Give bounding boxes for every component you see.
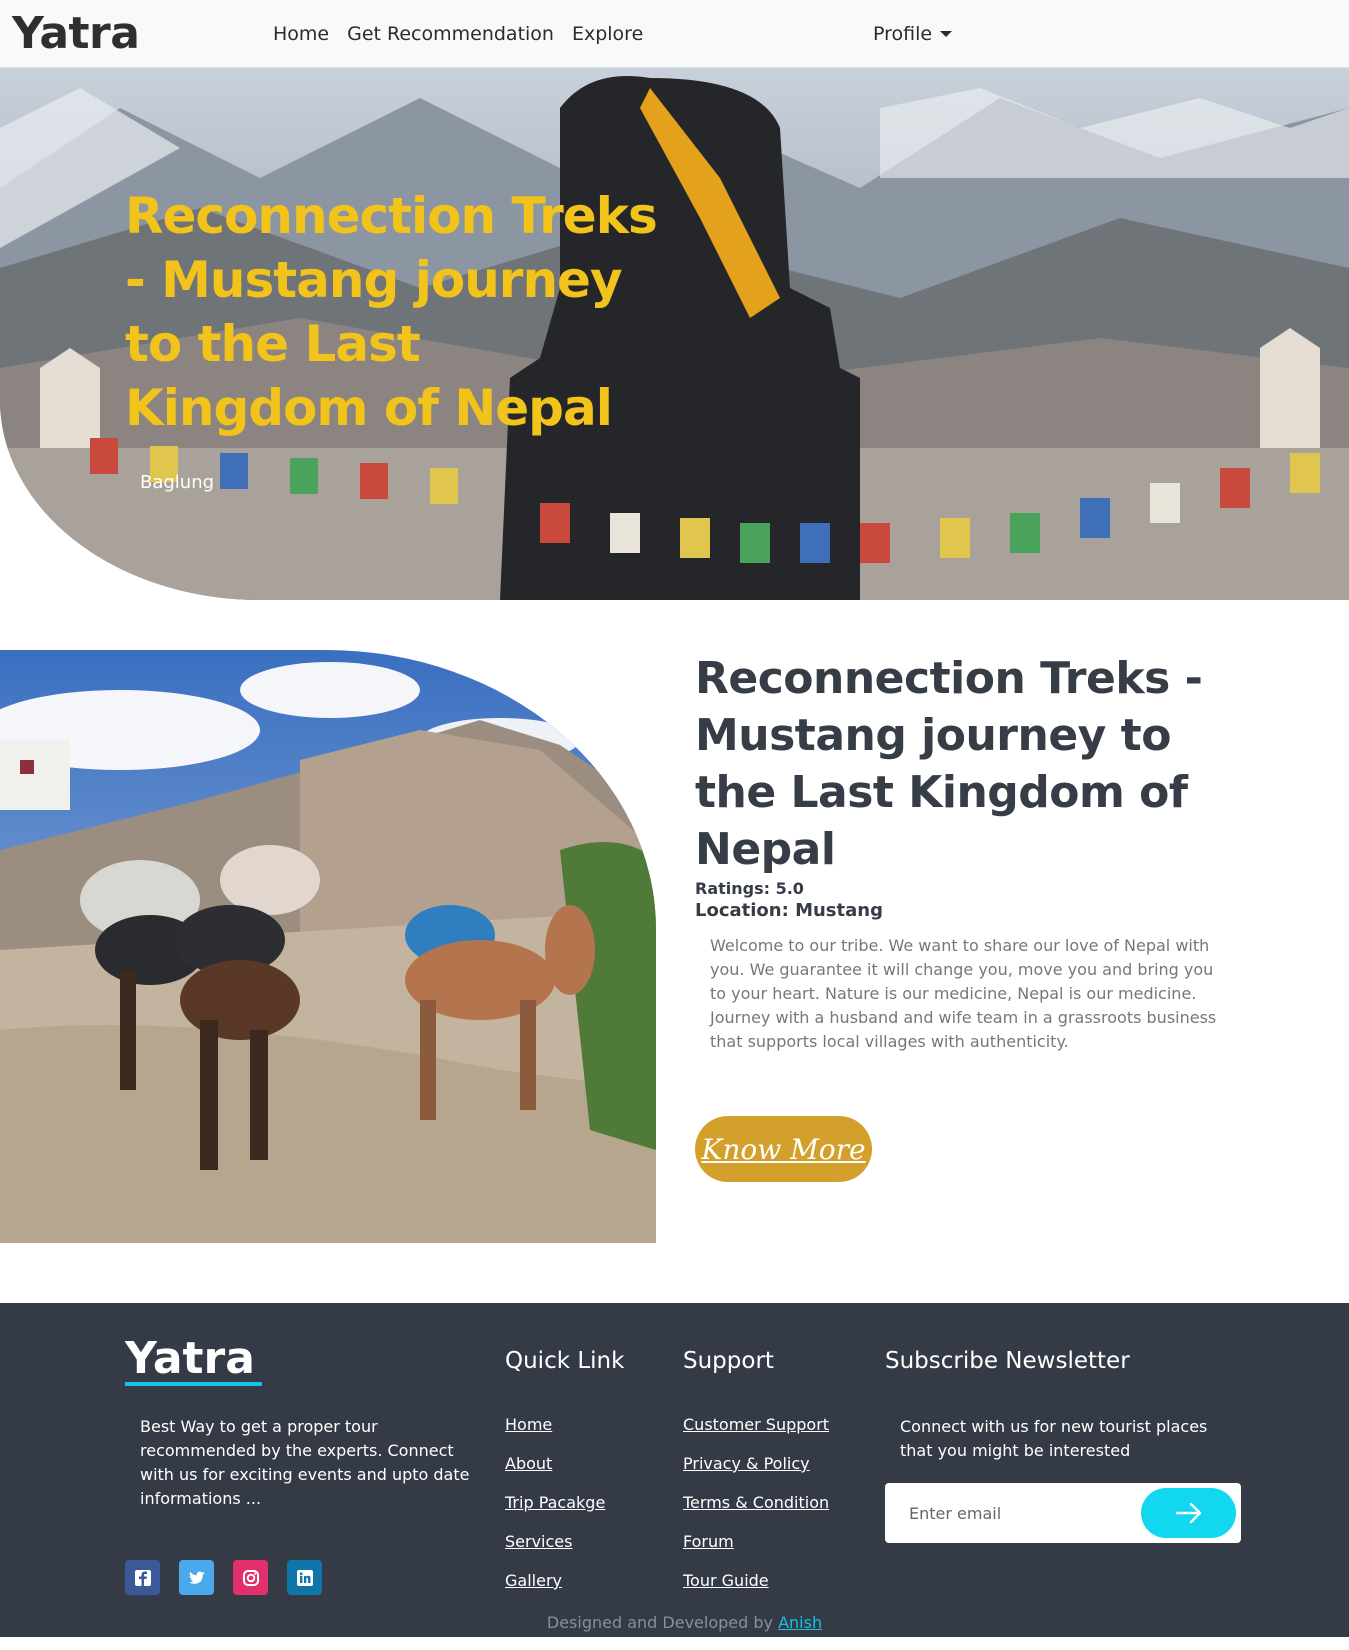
quick-link-title: Quick Link — [505, 1348, 625, 1374]
navbar: Yatra Home Get Recommendation Explore Pr… — [0, 0, 1349, 68]
footer-credit: Designed and Developed by Anish — [0, 1613, 1349, 1632]
nav-recommendation-link[interactable]: Get Recommendation — [347, 20, 554, 48]
mules-trek-photo — [0, 650, 656, 1243]
instagram-icon[interactable] — [233, 1560, 268, 1595]
twitter-icon[interactable] — [179, 1560, 214, 1595]
nav-explore-link[interactable]: Explore — [572, 20, 643, 48]
support-links-list: Customer Support Privacy & Policy Terms … — [683, 1413, 829, 1593]
footer-about-text: Best Way to get a proper tour recommende… — [140, 1417, 470, 1508]
chevron-down-icon — [940, 31, 953, 37]
profile-dropdown[interactable]: Profile — [873, 20, 953, 48]
credit-prefix: Designed and Developed by — [546, 1613, 773, 1632]
hero-subtitle: Baglung — [140, 472, 215, 493]
email-input[interactable] — [897, 1493, 1127, 1533]
linkedin-icon[interactable] — [287, 1560, 322, 1595]
profile-label: Profile — [873, 23, 933, 45]
feature-description: Welcome to our tribe. We want to share o… — [710, 936, 1217, 1051]
know-more-button[interactable]: Know More — [695, 1116, 872, 1182]
footer-forum-link[interactable]: Forum — [683, 1530, 829, 1554]
feature-ratings: Ratings: 5.0 — [695, 879, 804, 898]
feature-location: Location: Mustang — [695, 900, 883, 921]
developer-link[interactable]: Anish — [778, 1613, 822, 1632]
newsletter-text: Connect with us for new tourist places t… — [900, 1417, 1208, 1460]
footer-services-link[interactable]: Services — [505, 1530, 605, 1554]
footer: Yatra Best Way to get a proper tour reco… — [0, 1303, 1349, 1637]
footer-about-link[interactable]: About — [505, 1452, 605, 1476]
footer-brand-underline — [125, 1382, 262, 1386]
newsletter-form — [885, 1483, 1241, 1543]
feature-title: Reconnection Treks - Mustang journey to … — [695, 653, 1203, 875]
footer-gallery-link[interactable]: Gallery — [505, 1569, 605, 1593]
footer-privacy-policy-link[interactable]: Privacy & Policy — [683, 1452, 829, 1476]
newsletter-title: Subscribe Newsletter — [885, 1348, 1130, 1374]
hero-title: Reconnection Treks - Mustang journey to … — [125, 187, 658, 437]
facebook-icon[interactable] — [125, 1560, 160, 1595]
social-links — [125, 1560, 322, 1595]
support-title: Support — [683, 1348, 774, 1374]
hero-banner: Reconnection Treks - Mustang journey to … — [0, 68, 1349, 600]
footer-tour-guide-link[interactable]: Tour Guide — [683, 1569, 829, 1593]
nav-links: Home Get Recommendation Explore — [273, 20, 643, 48]
nav-home-link[interactable]: Home — [273, 20, 329, 48]
feature-image — [0, 650, 656, 1243]
quick-links-list: Home About Trip Pacakge Services Gallery — [505, 1413, 605, 1593]
footer-trip-package-link[interactable]: Trip Pacakge — [505, 1491, 605, 1515]
footer-customer-support-link[interactable]: Customer Support — [683, 1413, 829, 1437]
footer-home-link[interactable]: Home — [505, 1413, 605, 1437]
brand-logo[interactable]: Yatra — [12, 6, 140, 62]
subscribe-button[interactable] — [1141, 1488, 1236, 1538]
footer-brand[interactable]: Yatra — [125, 1333, 255, 1385]
arrow-right-icon — [1175, 1502, 1201, 1524]
footer-terms-link[interactable]: Terms & Condition — [683, 1491, 829, 1515]
feature-content: Reconnection Treks - Mustang journey to … — [695, 650, 1255, 1054]
